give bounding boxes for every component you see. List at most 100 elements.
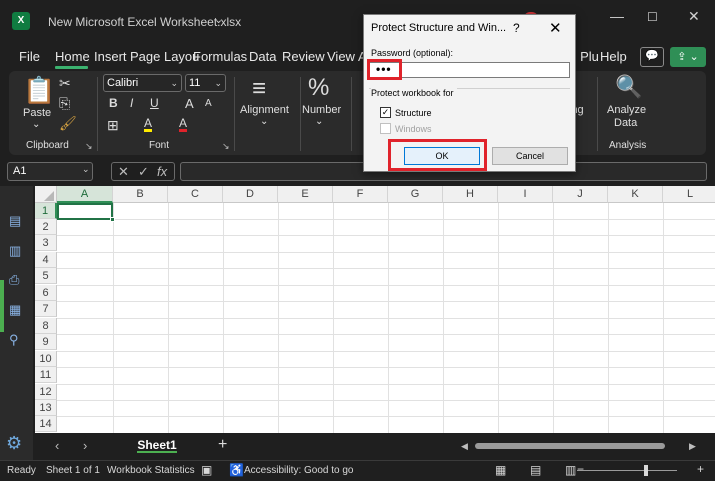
row-header-1[interactable]: 1 bbox=[35, 203, 57, 219]
sheet-tab-sheet1[interactable]: Sheet1 bbox=[130, 433, 184, 457]
zoom-slider[interactable] bbox=[577, 470, 677, 471]
copy-icon[interactable]: ⎘ bbox=[59, 95, 70, 112]
worksheet-grid[interactable]: A B C D E F G H I J K L 1 2 3 4 5 6 7 8 … bbox=[35, 186, 715, 433]
row-header-8[interactable]: 8 bbox=[35, 318, 57, 334]
column-header-h[interactable]: H bbox=[443, 186, 498, 203]
insert-function-icon[interactable]: fx bbox=[157, 164, 167, 179]
enter-icon[interactable]: ✓ bbox=[138, 164, 149, 180]
tab-data[interactable]: Data bbox=[249, 49, 276, 64]
font-launcher-icon[interactable]: ↘ bbox=[222, 141, 230, 152]
clipboard-launcher-icon[interactable]: ↘ bbox=[85, 141, 93, 152]
dialog-close-button[interactable]: ✕ bbox=[549, 19, 562, 37]
row-header-4[interactable]: 4 bbox=[35, 252, 57, 268]
paste-button[interactable]: Paste bbox=[23, 107, 51, 119]
maximize-button[interactable]: ☐ bbox=[647, 10, 658, 24]
paste-chevron-icon[interactable]: ⌄ bbox=[32, 119, 40, 130]
tab-insert[interactable]: Insert bbox=[94, 49, 127, 64]
row-header-7[interactable]: 7 bbox=[35, 301, 57, 317]
select-all-corner[interactable] bbox=[35, 186, 57, 203]
column-header-f[interactable]: F bbox=[333, 186, 388, 203]
cut-icon[interactable]: ✂ bbox=[59, 75, 71, 92]
row-header-2[interactable]: 2 bbox=[35, 219, 57, 235]
cancel-icon[interactable]: ✕ bbox=[118, 164, 129, 180]
column-header-j[interactable]: J bbox=[553, 186, 608, 203]
zoom-slider-thumb[interactable] bbox=[644, 465, 648, 476]
column-header-b[interactable]: B bbox=[113, 186, 168, 203]
close-window-button[interactable]: ✕ bbox=[688, 8, 700, 25]
row-header-5[interactable]: 5 bbox=[35, 268, 57, 284]
fill-handle[interactable] bbox=[110, 217, 115, 222]
print-icon[interactable]: ⎙ bbox=[9, 272, 19, 288]
alignment-icon[interactable]: ≡ bbox=[252, 75, 266, 103]
add-sheet-button[interactable]: + bbox=[218, 436, 227, 454]
form-icon[interactable]: ▤ bbox=[9, 213, 21, 229]
binoculars-icon[interactable]: ⚲ bbox=[9, 332, 19, 348]
column-header-d[interactable]: D bbox=[223, 186, 278, 203]
font-color-icon[interactable]: A bbox=[179, 117, 188, 132]
row-header-10[interactable]: 10 bbox=[35, 351, 57, 367]
comments-icon[interactable]: ▥ bbox=[9, 243, 21, 259]
tab-view[interactable]: View bbox=[327, 49, 355, 64]
tab-review[interactable]: Review bbox=[282, 49, 325, 64]
scroll-right-icon[interactable]: ▶ bbox=[689, 441, 696, 452]
row-header-12[interactable]: 12 bbox=[35, 384, 57, 400]
column-header-e[interactable]: E bbox=[278, 186, 333, 203]
row-header-13[interactable]: 13 bbox=[35, 400, 57, 416]
sheet-prev-button[interactable]: ‹ bbox=[55, 438, 59, 453]
row-header-11[interactable]: 11 bbox=[35, 367, 57, 383]
tab-page-layout[interactable]: Page Layou bbox=[130, 49, 199, 64]
italic-button[interactable]: I bbox=[130, 96, 133, 110]
scroll-left-icon[interactable]: ◀ bbox=[461, 441, 468, 452]
column-header-l[interactable]: L bbox=[663, 186, 715, 203]
analyze-data-button-line2[interactable]: Data bbox=[614, 117, 637, 129]
title-chevron-icon[interactable]: ⌄ bbox=[214, 13, 223, 26]
row-header-6[interactable]: 6 bbox=[35, 285, 57, 301]
window-title[interactable]: New Microsoft Excel Worksheet.xlsx bbox=[48, 15, 241, 29]
decrease-font-size-button[interactable]: A bbox=[205, 98, 212, 109]
horizontal-scrollbar[interactable] bbox=[475, 443, 665, 449]
chevron-down-icon[interactable]: ⌄ bbox=[82, 164, 90, 175]
tab-home[interactable]: Home bbox=[55, 49, 90, 64]
settings-icon[interactable]: ⚙ bbox=[6, 433, 22, 454]
accessibility-icon[interactable]: ♿ bbox=[229, 463, 244, 477]
fill-color-icon[interactable]: A bbox=[144, 117, 153, 132]
number-format-icon[interactable]: % bbox=[308, 74, 329, 102]
workbook-statistics-button[interactable]: Workbook Statistics bbox=[107, 465, 195, 476]
row-header-14[interactable]: 14 bbox=[35, 416, 57, 432]
column-header-a[interactable]: A bbox=[57, 186, 113, 203]
underline-button[interactable]: U bbox=[150, 96, 159, 110]
column-header-g[interactable]: G bbox=[388, 186, 443, 203]
increase-font-size-button[interactable]: A bbox=[185, 96, 194, 111]
page-break-view-icon[interactable]: ▥ bbox=[565, 463, 576, 477]
structure-label[interactable]: Structure bbox=[395, 108, 432, 118]
zoom-out-icon[interactable]: − bbox=[577, 462, 584, 476]
tab-formulas[interactable]: Formulas bbox=[193, 49, 247, 64]
font-name-select[interactable]: Calibri ⌄ bbox=[103, 74, 182, 92]
tab-file[interactable]: File bbox=[19, 49, 40, 64]
macro-recording-icon[interactable]: ▣ bbox=[201, 463, 212, 477]
column-header-i[interactable]: I bbox=[498, 186, 553, 203]
active-cell-a1[interactable] bbox=[57, 203, 113, 220]
alignment-button[interactable]: Alignment bbox=[240, 104, 289, 116]
bold-button[interactable]: B bbox=[109, 96, 118, 110]
paste-icon[interactable]: 📋 bbox=[23, 75, 55, 106]
minimize-button[interactable]: — bbox=[610, 8, 624, 24]
format-painter-icon[interactable]: 🖌 bbox=[59, 115, 77, 132]
analyze-data-button[interactable]: Analyze bbox=[607, 104, 646, 116]
column-header-c[interactable]: C bbox=[168, 186, 223, 203]
table-icon[interactable]: ▦ bbox=[9, 302, 21, 318]
structure-checkbox[interactable]: ✓ bbox=[380, 107, 391, 118]
normal-view-icon[interactable]: ▦ bbox=[495, 463, 506, 477]
row-header-3[interactable]: 3 bbox=[35, 235, 57, 251]
cancel-button[interactable]: Cancel bbox=[492, 147, 568, 165]
comments-button[interactable]: 💬 bbox=[640, 47, 664, 67]
zoom-in-icon[interactable]: + bbox=[697, 462, 704, 476]
analyze-data-icon[interactable]: 🔍 bbox=[615, 74, 642, 100]
sheet-next-button[interactable]: › bbox=[83, 438, 87, 453]
page-layout-view-icon[interactable]: ▤ bbox=[530, 463, 541, 477]
share-button[interactable]: ⇪ ⌄ bbox=[670, 47, 706, 67]
accessibility-status-button[interactable]: Accessibility: Good to go bbox=[244, 465, 354, 476]
row-header-9[interactable]: 9 bbox=[35, 334, 57, 350]
help-icon[interactable]: ? bbox=[513, 21, 520, 35]
borders-icon[interactable]: ⊞ bbox=[107, 117, 119, 134]
